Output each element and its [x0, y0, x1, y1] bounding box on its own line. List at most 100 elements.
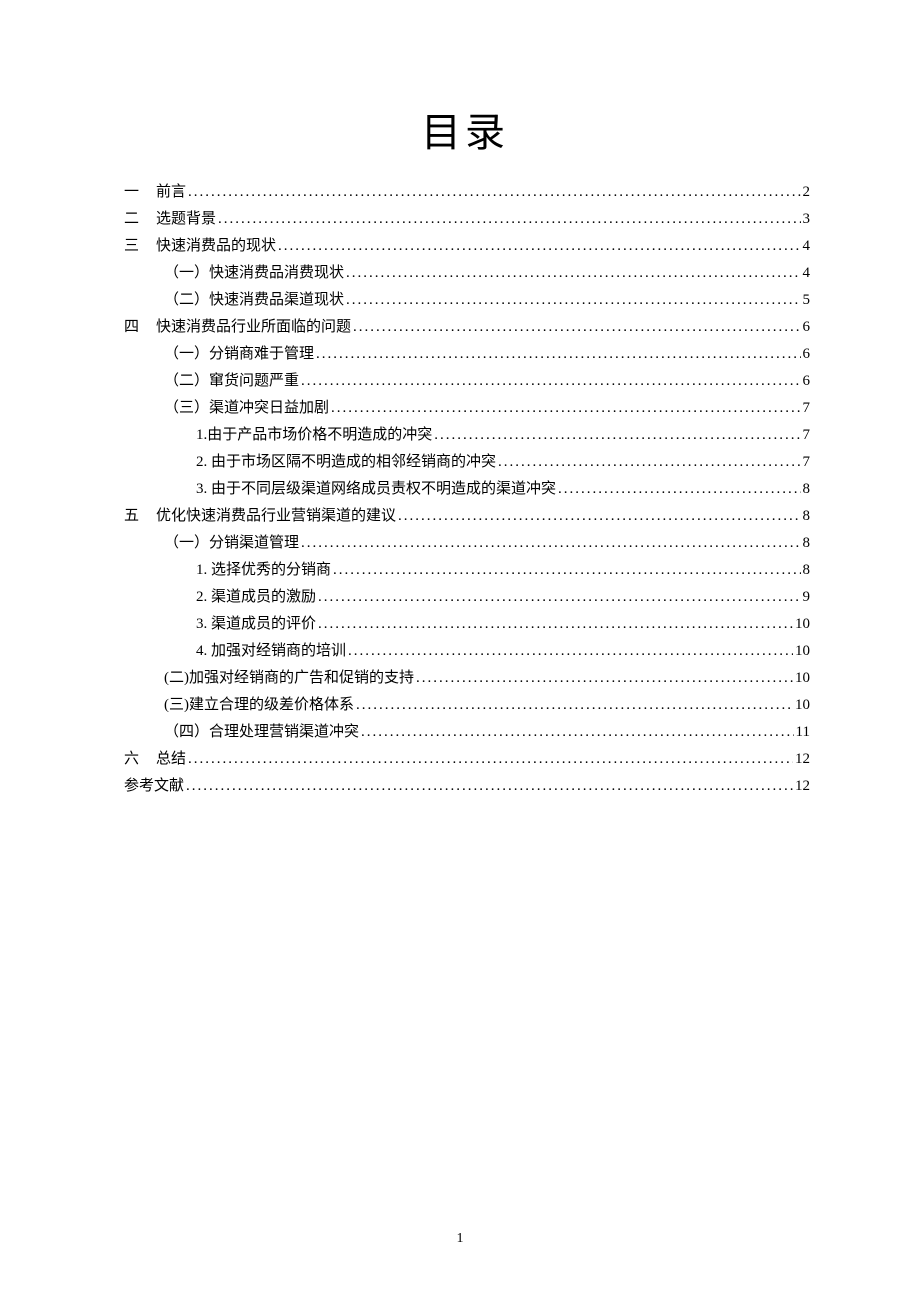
toc-label: （二）快速消费品渠道现状: [156, 288, 344, 312]
toc-entry: (二)加强对经销商的广告和促销的支持 10: [120, 666, 810, 690]
toc-page: 6: [803, 342, 811, 366]
toc-page: 11: [796, 720, 810, 744]
toc-leader: [318, 585, 800, 609]
toc-page: 7: [803, 423, 811, 447]
toc-label: 优化快速消费品行业营销渠道的建议: [156, 504, 396, 528]
toc-number: 四: [120, 315, 156, 339]
toc-label: (二)加强对经销商的广告和促销的支持: [156, 666, 414, 690]
page-number-footer: 1: [0, 1231, 920, 1247]
toc-number: 六: [120, 747, 156, 771]
toc-leader: [301, 531, 800, 555]
toc-leader: [301, 369, 800, 393]
toc-entry: 一前言 2: [120, 180, 810, 204]
toc-page: 12: [795, 747, 810, 771]
toc-leader: [498, 450, 800, 474]
toc-title: 目录: [120, 100, 810, 158]
toc-page: 6: [803, 315, 811, 339]
toc-leader: [278, 234, 800, 258]
toc-leader: [346, 261, 800, 285]
toc-label: 4. 加强对经销商的培训: [156, 639, 346, 663]
toc-page: 10: [795, 666, 810, 690]
toc-page: 2: [803, 180, 811, 204]
toc-leader: [348, 639, 793, 663]
toc-page: 8: [803, 477, 811, 501]
toc-entry: （三）渠道冲突日益加剧 7: [120, 396, 810, 420]
toc-leader: [188, 180, 800, 204]
toc-page: 4: [803, 234, 811, 258]
toc-entry: 3. 由于不同层级渠道网络成员责权不明造成的渠道冲突 8: [120, 477, 810, 501]
toc-entry: （一）分销渠道管理 8: [120, 531, 810, 555]
toc-leader: [558, 477, 800, 501]
toc-leader: [186, 774, 793, 798]
toc-page: 10: [795, 693, 810, 717]
toc-entry: 3. 渠道成员的评价 10: [120, 612, 810, 636]
toc-leader: [434, 423, 800, 447]
toc-leader: [398, 504, 800, 528]
toc-leader: [318, 612, 793, 636]
toc-page: 5: [803, 288, 811, 312]
toc-label: （四）合理处理营销渠道冲突: [156, 720, 359, 744]
toc-page: 6: [803, 369, 811, 393]
toc-entry: (三)建立合理的级差价格体系 10: [120, 693, 810, 717]
toc-page: 9: [803, 585, 811, 609]
toc-entry: 1. 选择优秀的分销商 8: [120, 558, 810, 582]
toc-leader: [331, 396, 800, 420]
toc-label: 选题背景: [156, 207, 216, 231]
toc-label: 快速消费品的现状: [156, 234, 276, 258]
toc-entry: 五优化快速消费品行业营销渠道的建议 8: [120, 504, 810, 528]
toc-entry: 2. 渠道成员的激励 9: [120, 585, 810, 609]
toc-entry: 四快速消费品行业所面临的问题 6: [120, 315, 810, 339]
toc-entry: （二）窜货问题严重 6: [120, 369, 810, 393]
toc-leader: [416, 666, 793, 690]
toc-label: (三)建立合理的级差价格体系: [156, 693, 354, 717]
toc-page: 8: [803, 504, 811, 528]
toc-label: 3. 渠道成员的评价: [156, 612, 316, 636]
toc-number: 一: [120, 180, 156, 204]
toc-page: 10: [795, 639, 810, 663]
toc-label: 2. 由于市场区隔不明造成的相邻经销商的冲突: [156, 450, 496, 474]
toc-page: 4: [803, 261, 811, 285]
toc-number: 二: [120, 207, 156, 231]
toc-leader: [333, 558, 800, 582]
toc-leader: [218, 207, 800, 231]
toc-leader: [353, 315, 800, 339]
toc-page: 12: [795, 774, 810, 798]
toc-entry: 1.由于产品市场价格不明造成的冲突 7: [120, 423, 810, 447]
toc-label: （一）分销渠道管理: [156, 531, 299, 555]
toc-page: 8: [803, 558, 811, 582]
toc-page: 10: [795, 612, 810, 636]
toc-leader: [346, 288, 800, 312]
toc-entry: （二）快速消费品渠道现状 5: [120, 288, 810, 312]
toc-entry: 三快速消费品的现状 4: [120, 234, 810, 258]
toc-label: 参考文献: [120, 774, 184, 798]
toc-number: 五: [120, 504, 156, 528]
toc-label: 前言: [156, 180, 186, 204]
toc-entry: 4. 加强对经销商的培训 10: [120, 639, 810, 663]
toc-page: 7: [803, 450, 811, 474]
toc-label: 总结: [156, 747, 186, 771]
toc-entry: （一）快速消费品消费现状 4: [120, 261, 810, 285]
toc-page: 8: [803, 531, 811, 555]
toc-label: （三）渠道冲突日益加剧: [156, 396, 329, 420]
toc-entry: （一）分销商难于管理 6: [120, 342, 810, 366]
toc-label: （一）分销商难于管理: [156, 342, 314, 366]
toc-label: 1. 选择优秀的分销商: [156, 558, 331, 582]
toc-list: 一前言 2 二选题背景 3 三快速消费品的现状 4 （一）快速消费品消费现状 4 （二）快速消费…: [120, 180, 810, 798]
toc-page: 7: [803, 396, 811, 420]
toc-label: （二）窜货问题严重: [156, 369, 299, 393]
toc-leader: [361, 720, 794, 744]
toc-entry: 六总结 12: [120, 747, 810, 771]
toc-entry: 2. 由于市场区隔不明造成的相邻经销商的冲突 7: [120, 450, 810, 474]
toc-leader: [356, 693, 793, 717]
toc-label: 快速消费品行业所面临的问题: [156, 315, 351, 339]
toc-label: （一）快速消费品消费现状: [156, 261, 344, 285]
toc-label: 1.由于产品市场价格不明造成的冲突: [156, 423, 432, 447]
toc-label: 3. 由于不同层级渠道网络成员责权不明造成的渠道冲突: [156, 477, 556, 501]
toc-leader: [316, 342, 800, 366]
toc-page: 3: [803, 207, 811, 231]
toc-entry: 二选题背景 3: [120, 207, 810, 231]
toc-leader: [188, 747, 793, 771]
toc-entry: 参考文献 12: [120, 774, 810, 798]
toc-label: 2. 渠道成员的激励: [156, 585, 316, 609]
toc-number: 三: [120, 234, 156, 258]
